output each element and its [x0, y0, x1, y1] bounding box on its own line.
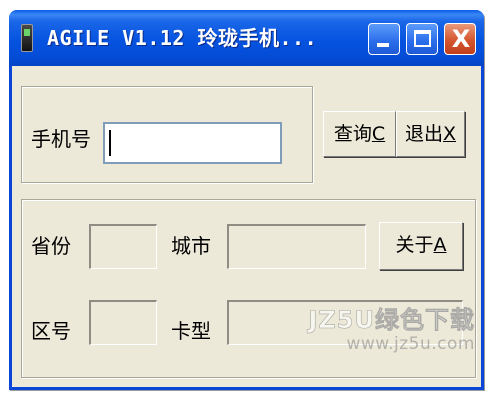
about-button[interactable]: 关于A	[379, 222, 463, 270]
area-code-field[interactable]	[89, 300, 157, 345]
card-type-field[interactable]	[227, 300, 463, 345]
phone-label: 手机号	[31, 127, 91, 151]
window-title: AGILE V1.12 玲珑手机...	[47, 26, 318, 50]
exit-button-label: 退出	[404, 123, 443, 145]
area-code-label: 区号	[31, 319, 71, 343]
city-label: 城市	[171, 234, 211, 258]
close-icon: X	[451, 25, 471, 53]
title-bar[interactable]: AGILE V1.12 玲珑手机... X	[9, 10, 484, 66]
province-label: 省份	[31, 234, 71, 258]
phone-app-icon	[21, 24, 33, 52]
about-button-label: 关于	[395, 234, 434, 256]
query-button-label: 查询	[333, 123, 372, 145]
minimize-icon	[377, 43, 389, 47]
minimize-button[interactable]	[368, 23, 400, 55]
text-caret	[109, 130, 111, 156]
query-button-hotkey: C	[371, 123, 386, 145]
maximize-button[interactable]	[406, 23, 438, 55]
about-button-hotkey: A	[433, 234, 447, 256]
app-window: AGILE V1.12 玲珑手机... X 手机号 查询C 退出X 省份 城市 …	[9, 10, 484, 390]
card-type-label: 卡型	[171, 319, 211, 343]
city-field[interactable]	[227, 224, 366, 269]
query-button[interactable]: 查询C	[323, 111, 396, 157]
exit-button-hotkey: X	[442, 123, 457, 145]
province-field[interactable]	[89, 224, 157, 269]
phone-number-input[interactable]	[103, 122, 282, 164]
exit-button[interactable]: 退出X	[396, 111, 465, 157]
close-button[interactable]: X	[444, 23, 476, 55]
maximize-icon	[414, 30, 431, 47]
